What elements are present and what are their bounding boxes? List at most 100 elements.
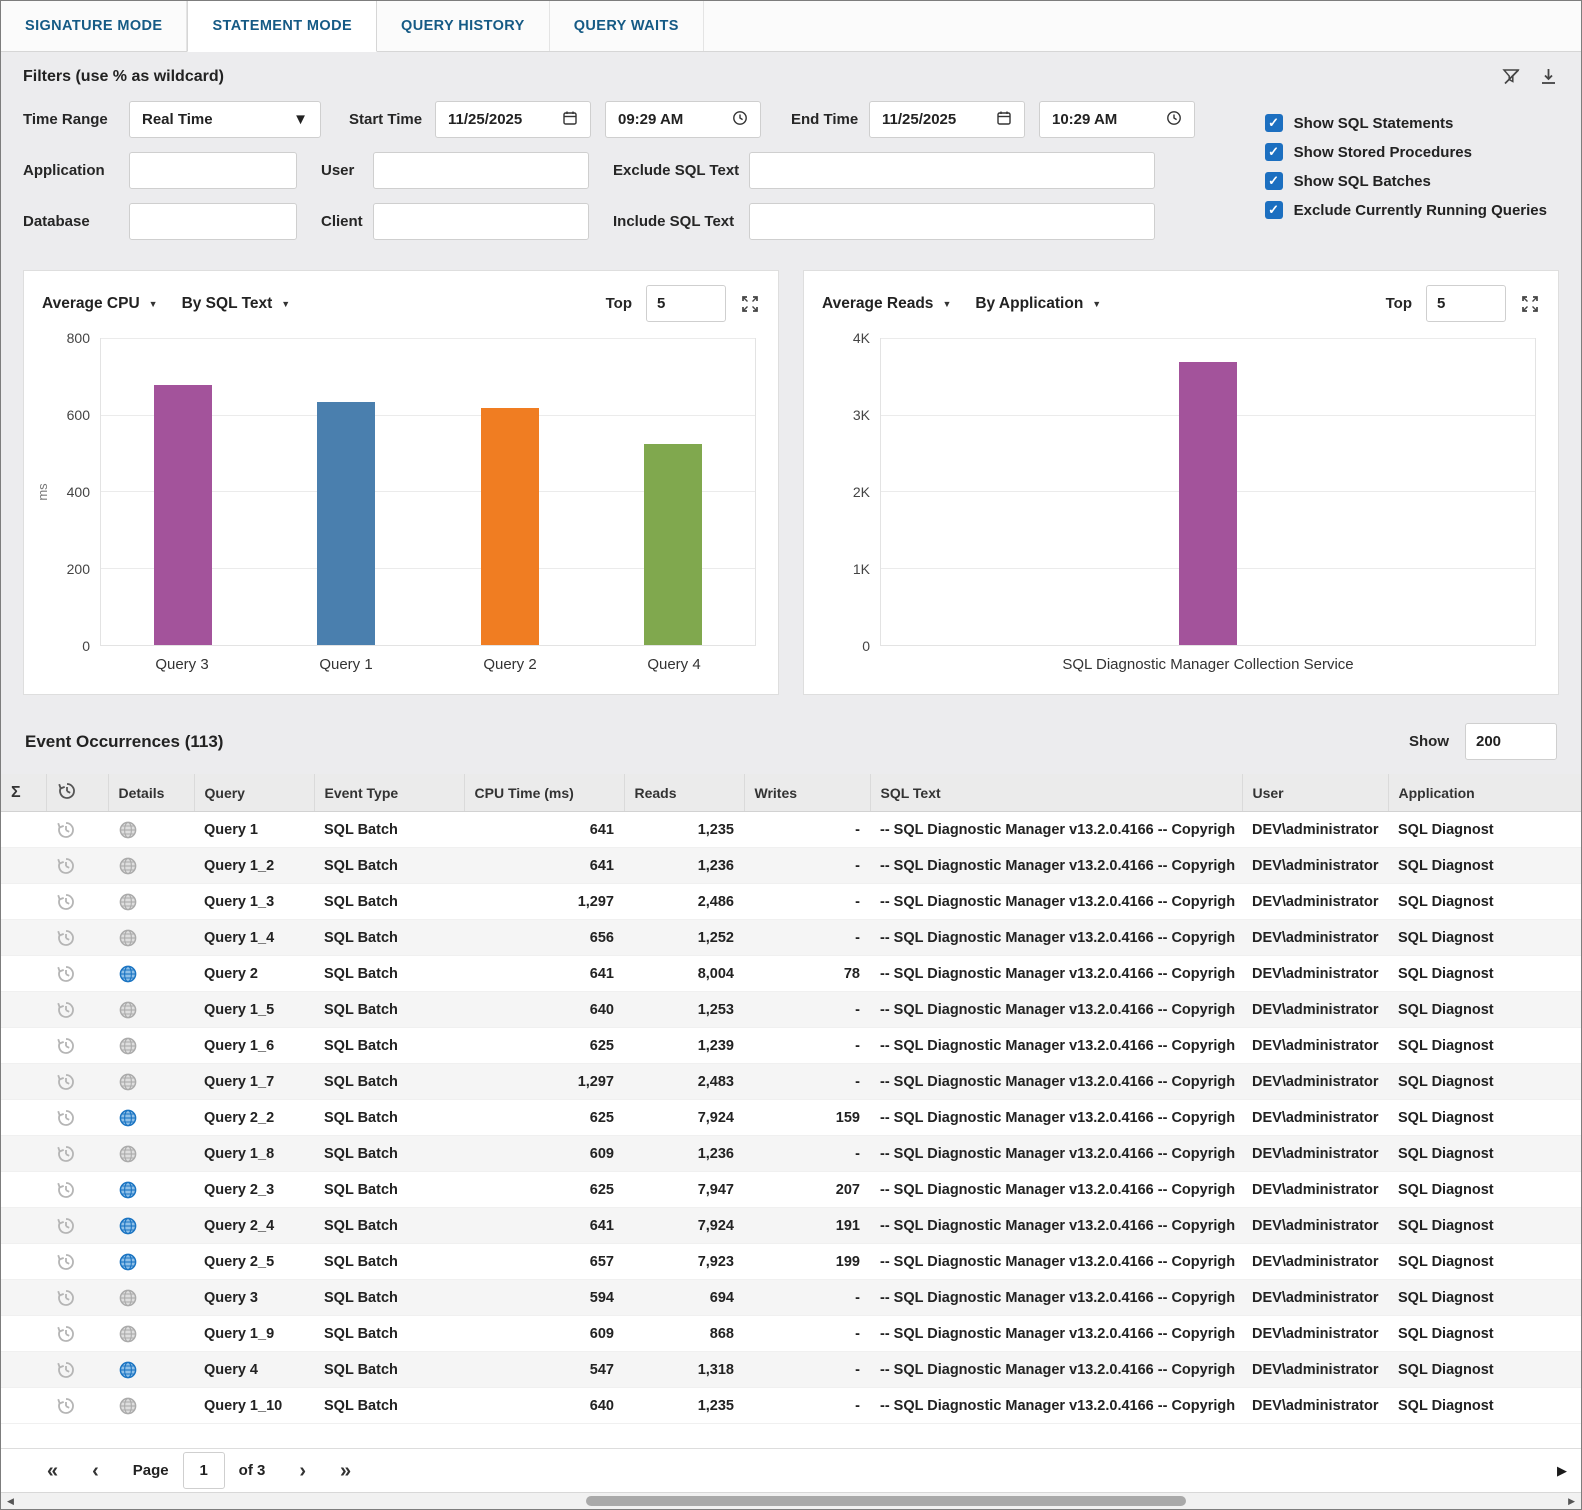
history-icon[interactable] <box>56 1396 76 1416</box>
table-row[interactable]: Query 4SQL Batch5471,318--- SQL Diagnost… <box>1 1352 1581 1388</box>
scroll-right-arrow-icon[interactable]: ▶ <box>1564 1494 1579 1509</box>
tab-query-history[interactable]: QUERY HISTORY <box>377 1 550 51</box>
sql-text-cell[interactable]: -- SQL Diagnostic Manager v13.2.0.4166 -… <box>870 1100 1242 1136</box>
user-input[interactable] <box>373 152 589 189</box>
table-row[interactable]: Query 2_5SQL Batch6577,923199-- SQL Diag… <box>1 1244 1581 1280</box>
application-input[interactable] <box>129 152 297 189</box>
clear-filters-icon[interactable] <box>1501 66 1522 87</box>
sql-text-cell[interactable]: -- SQL Diagnostic Manager v13.2.0.4166 -… <box>870 1208 1242 1244</box>
column-cpu-time[interactable]: CPU Time (ms) <box>464 774 624 812</box>
table-row[interactable]: Query 2_4SQL Batch6417,924191-- SQL Diag… <box>1 1208 1581 1244</box>
row-details-cell[interactable] <box>108 1172 194 1208</box>
globe-icon[interactable] <box>118 1180 138 1200</box>
table-row[interactable]: Query 2_2SQL Batch6257,924159-- SQL Diag… <box>1 1100 1581 1136</box>
globe-icon[interactable] <box>118 1324 138 1344</box>
row-history-cell[interactable] <box>46 1316 108 1352</box>
globe-icon[interactable] <box>118 892 138 912</box>
table-row[interactable]: Query 1_8SQL Batch6091,236--- SQL Diagno… <box>1 1136 1581 1172</box>
end-clock-input[interactable]: 10:29 AM <box>1039 101 1195 138</box>
globe-icon[interactable] <box>118 856 138 876</box>
history-icon[interactable] <box>56 1000 76 1020</box>
row-history-cell[interactable] <box>46 1208 108 1244</box>
clock-icon[interactable] <box>1166 110 1182 130</box>
history-icon[interactable] <box>56 1360 76 1380</box>
row-details-cell[interactable] <box>108 1208 194 1244</box>
query-cell[interactable]: Query 1_4 <box>194 920 314 956</box>
time-range-select[interactable]: Real Time ▼ <box>129 101 321 138</box>
sql-text-cell[interactable]: -- SQL Diagnostic Manager v13.2.0.4166 -… <box>870 1064 1242 1100</box>
sql-text-cell[interactable]: -- SQL Diagnostic Manager v13.2.0.4166 -… <box>870 884 1242 920</box>
history-icon[interactable] <box>56 820 76 840</box>
sql-text-cell[interactable]: -- SQL Diagnostic Manager v13.2.0.4166 -… <box>870 992 1242 1028</box>
globe-icon[interactable] <box>118 1252 138 1272</box>
query-cell[interactable]: Query 2_2 <box>194 1100 314 1136</box>
query-cell[interactable]: Query 3 <box>194 1280 314 1316</box>
row-history-cell[interactable] <box>46 1352 108 1388</box>
sql-text-cell[interactable]: -- SQL Diagnostic Manager v13.2.0.4166 -… <box>870 1316 1242 1352</box>
row-history-cell[interactable] <box>46 812 108 848</box>
prev-page-button[interactable]: ‹ <box>92 1461 99 1481</box>
start-date-input[interactable]: 11/25/2025 <box>435 101 591 138</box>
checkbox-show-sql-batches[interactable]: ✓Show SQL Batches <box>1265 172 1547 190</box>
history-icon[interactable] <box>56 1180 76 1200</box>
history-icon[interactable] <box>56 856 76 876</box>
query-cell[interactable]: Query 1_2 <box>194 848 314 884</box>
row-history-cell[interactable] <box>46 1100 108 1136</box>
sql-text-cell[interactable]: -- SQL Diagnostic Manager v13.2.0.4166 -… <box>870 1280 1242 1316</box>
table-row[interactable]: Query 3SQL Batch594694--- SQL Diagnostic… <box>1 1280 1581 1316</box>
checkbox-show-sql-statements[interactable]: ✓Show SQL Statements <box>1265 114 1547 132</box>
checkbox-show-stored-procedures[interactable]: ✓Show Stored Procedures <box>1265 143 1547 161</box>
history-icon[interactable] <box>56 1108 76 1128</box>
row-details-cell[interactable] <box>108 1316 194 1352</box>
checkbox-exclude-currently-running-queries[interactable]: ✓Exclude Currently Running Queries <box>1265 201 1547 219</box>
include-sql-input[interactable] <box>749 203 1155 240</box>
checkbox-icon[interactable]: ✓ <box>1265 172 1283 190</box>
sql-text-cell[interactable]: -- SQL Diagnostic Manager v13.2.0.4166 -… <box>870 1028 1242 1064</box>
query-cell[interactable]: Query 1_10 <box>194 1388 314 1424</box>
sql-text-cell[interactable]: -- SQL Diagnostic Manager v13.2.0.4166 -… <box>870 1352 1242 1388</box>
query-cell[interactable]: Query 1 <box>194 812 314 848</box>
sql-text-cell[interactable]: -- SQL Diagnostic Manager v13.2.0.4166 -… <box>870 848 1242 884</box>
scroll-right-icon[interactable]: ▶ <box>1557 1463 1567 1479</box>
scroll-left-arrow-icon[interactable]: ◀ <box>3 1494 18 1509</box>
table-row[interactable]: Query 1SQL Batch6411,235--- SQL Diagnost… <box>1 812 1581 848</box>
horizontal-scrollbar[interactable]: ◀ ▶ <box>1 1492 1581 1509</box>
history-icon[interactable] <box>57 781 77 801</box>
next-page-button[interactable]: › <box>299 1461 306 1481</box>
history-icon[interactable] <box>56 1216 76 1236</box>
sql-text-cell[interactable]: -- SQL Diagnostic Manager v13.2.0.4166 -… <box>870 1388 1242 1424</box>
table-row[interactable]: Query 1_10SQL Batch6401,235--- SQL Diagn… <box>1 1388 1581 1424</box>
end-date-input[interactable]: 11/25/2025 <box>869 101 1025 138</box>
table-row[interactable]: Query 1_7SQL Batch1,2972,483--- SQL Diag… <box>1 1064 1581 1100</box>
column-application[interactable]: Application <box>1388 774 1581 812</box>
globe-icon[interactable] <box>118 1036 138 1056</box>
row-details-cell[interactable] <box>108 992 194 1028</box>
globe-icon[interactable] <box>118 1216 138 1236</box>
query-cell[interactable]: Query 4 <box>194 1352 314 1388</box>
globe-icon[interactable] <box>118 820 138 840</box>
row-history-cell[interactable] <box>46 1028 108 1064</box>
row-details-cell[interactable] <box>108 884 194 920</box>
query-cell[interactable]: Query 1_5 <box>194 992 314 1028</box>
row-history-cell[interactable] <box>46 992 108 1028</box>
bar[interactable] <box>644 444 702 645</box>
row-history-cell[interactable] <box>46 920 108 956</box>
row-details-cell[interactable] <box>108 1244 194 1280</box>
first-page-button[interactable]: « <box>47 1461 58 1481</box>
top-count-input[interactable] <box>646 285 726 322</box>
checkbox-icon[interactable]: ✓ <box>1265 201 1283 219</box>
table-row[interactable]: Query 2_3SQL Batch6257,947207-- SQL Diag… <box>1 1172 1581 1208</box>
dimension-select[interactable]: By Application ▼ <box>975 295 1101 313</box>
row-history-cell[interactable] <box>46 884 108 920</box>
row-details-cell[interactable] <box>108 1388 194 1424</box>
table-row[interactable]: Query 1_3SQL Batch1,2972,486--- SQL Diag… <box>1 884 1581 920</box>
bar[interactable] <box>154 385 212 645</box>
clock-icon[interactable] <box>732 110 748 130</box>
column-query[interactable]: Query <box>194 774 314 812</box>
show-count-input[interactable] <box>1465 723 1557 760</box>
query-cell[interactable]: Query 2_3 <box>194 1172 314 1208</box>
checkbox-icon[interactable]: ✓ <box>1265 143 1283 161</box>
sql-text-cell[interactable]: -- SQL Diagnostic Manager v13.2.0.4166 -… <box>870 920 1242 956</box>
column-sigma[interactable]: Σ <box>1 774 46 812</box>
row-history-cell[interactable] <box>46 1172 108 1208</box>
